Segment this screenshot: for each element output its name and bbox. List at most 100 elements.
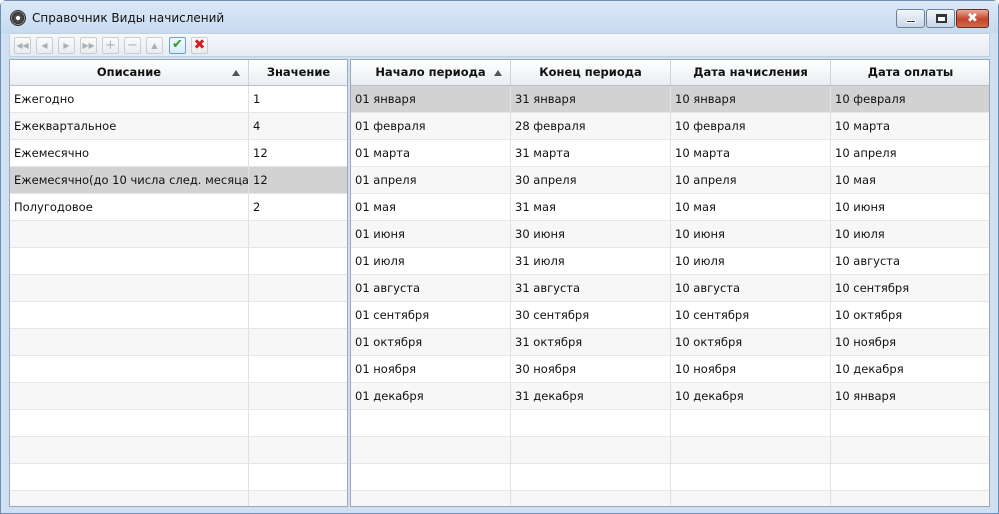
table-row[interactable] (351, 464, 989, 491)
table-cell[interactable] (351, 437, 511, 463)
table-row[interactable] (10, 329, 347, 356)
table-cell[interactable]: 01 апреля (351, 167, 511, 193)
table-cell[interactable]: 2 (249, 194, 347, 220)
table-cell[interactable] (351, 491, 511, 506)
table-cell[interactable]: Ежемесячно(до 10 числа след. месяца) (10, 167, 249, 193)
title-bar[interactable]: Справочник Виды начислений ✖ (1, 1, 998, 33)
table-cell[interactable]: 10 октября (831, 302, 989, 328)
column-header-payment-date[interactable]: Дата оплаты (831, 60, 989, 85)
table-row[interactable]: 01 февраля 28 февраля 10 февраля 10 марта (351, 113, 989, 140)
table-row[interactable]: 01 марта 31 марта 10 марта 10 апреля (351, 140, 989, 167)
table-row[interactable]: Полугодовое 2 (10, 194, 347, 221)
periods-grid[interactable]: Начало периода Конец периода Дата начисл… (350, 59, 990, 507)
table-cell[interactable]: 10 июля (671, 248, 831, 274)
table-cell[interactable] (249, 464, 347, 490)
last-record-button[interactable]: ▶▶ (80, 37, 97, 54)
table-cell[interactable]: Ежемесячно (10, 140, 249, 166)
table-cell[interactable]: 30 апреля (511, 167, 671, 193)
accrual-types-grid[interactable]: Описание Значение Ежегодно 1 Ежеквартально… (9, 59, 348, 507)
table-cell[interactable] (249, 383, 347, 409)
table-row[interactable]: 01 апреля 30 апреля 10 апреля 10 мая (351, 167, 989, 194)
table-row[interactable]: 01 декабря 31 декабря 10 декабря 10 января (351, 383, 989, 410)
next-record-button[interactable]: ▶ (58, 37, 75, 54)
table-cell[interactable]: 10 августа (671, 275, 831, 301)
table-cell[interactable]: 01 января (351, 86, 511, 112)
table-cell[interactable]: 30 ноября (511, 356, 671, 382)
table-cell[interactable]: 31 марта (511, 140, 671, 166)
table-cell[interactable]: 01 августа (351, 275, 511, 301)
maximize-button[interactable] (926, 9, 955, 28)
table-cell[interactable]: 01 февраля (351, 113, 511, 139)
table-cell[interactable] (249, 437, 347, 463)
table-cell[interactable]: 30 июня (511, 221, 671, 247)
table-cell[interactable]: Ежегодно (10, 86, 249, 112)
table-cell[interactable]: 10 апреля (831, 140, 989, 166)
table-row[interactable]: 01 октября 31 октября 10 октября 10 ноября (351, 329, 989, 356)
table-cell[interactable]: 4 (249, 113, 347, 139)
table-cell[interactable] (511, 464, 671, 490)
table-row[interactable] (10, 383, 347, 410)
table-cell[interactable] (249, 248, 347, 274)
table-row[interactable]: 01 сентября 30 сентября 10 сентября 10 октя… (351, 302, 989, 329)
table-row[interactable] (10, 437, 347, 464)
table-row[interactable] (351, 410, 989, 437)
table-row[interactable]: 01 июня 30 июня 10 июня 10 июля (351, 221, 989, 248)
table-row[interactable]: 01 января 31 января 10 января 10 февраля (351, 86, 989, 113)
table-cell[interactable]: 10 октября (671, 329, 831, 355)
table-cell[interactable]: 10 февраля (831, 86, 989, 112)
table-cell[interactable] (10, 302, 249, 328)
table-cell[interactable] (10, 437, 249, 463)
table-cell[interactable]: 10 марта (831, 113, 989, 139)
table-cell[interactable]: 10 февраля (671, 113, 831, 139)
column-header-period-end[interactable]: Конец периода (511, 60, 671, 85)
table-cell[interactable] (249, 275, 347, 301)
table-cell[interactable] (10, 410, 249, 436)
table-cell[interactable]: 1 (249, 86, 347, 112)
table-cell[interactable] (249, 410, 347, 436)
table-row[interactable]: 01 августа 31 августа 10 августа 10 сентябр… (351, 275, 989, 302)
table-cell[interactable]: Полугодовое (10, 194, 249, 220)
column-header-accrual-date[interactable]: Дата начисления (671, 60, 831, 85)
column-header-period-start[interactable]: Начало периода (351, 60, 511, 85)
table-row[interactable]: Ежегодно 1 (10, 86, 347, 113)
table-cell[interactable] (511, 437, 671, 463)
table-row[interactable]: Ежемесячно 12 (10, 140, 347, 167)
table-cell[interactable] (831, 437, 989, 463)
table-cell[interactable] (671, 464, 831, 490)
table-cell[interactable] (10, 491, 249, 506)
table-row[interactable] (10, 410, 347, 437)
table-cell[interactable]: 12 (249, 140, 347, 166)
table-row[interactable] (351, 491, 989, 506)
table-cell[interactable]: 01 июня (351, 221, 511, 247)
first-record-button[interactable]: ◀◀ (14, 37, 31, 54)
table-cell[interactable]: 31 июля (511, 248, 671, 274)
table-cell[interactable]: 10 июля (831, 221, 989, 247)
table-cell[interactable] (511, 491, 671, 506)
table-row[interactable] (10, 221, 347, 248)
column-header-value[interactable]: Значение (249, 60, 347, 85)
table-cell[interactable]: 01 ноября (351, 356, 511, 382)
table-cell[interactable]: 31 мая (511, 194, 671, 220)
table-row[interactable] (10, 248, 347, 275)
table-cell[interactable]: 01 декабря (351, 383, 511, 409)
table-cell[interactable]: 10 мая (671, 194, 831, 220)
table-cell[interactable] (831, 464, 989, 490)
table-cell[interactable] (10, 383, 249, 409)
table-cell[interactable] (10, 464, 249, 490)
table-cell[interactable]: 30 сентября (511, 302, 671, 328)
table-cell[interactable]: 31 августа (511, 275, 671, 301)
table-cell[interactable]: 31 января (511, 86, 671, 112)
table-cell[interactable] (10, 248, 249, 274)
table-cell[interactable]: 01 мая (351, 194, 511, 220)
table-row[interactable]: Ежемесячно(до 10 числа след. месяца) 12 (10, 167, 347, 194)
table-cell[interactable]: 10 августа (831, 248, 989, 274)
table-cell[interactable] (671, 437, 831, 463)
table-row[interactable] (10, 491, 347, 506)
table-cell[interactable]: 10 июня (831, 194, 989, 220)
table-cell[interactable] (10, 356, 249, 382)
table-cell[interactable] (351, 410, 511, 436)
table-cell[interactable] (511, 410, 671, 436)
table-cell[interactable]: 01 июля (351, 248, 511, 274)
table-cell[interactable] (10, 329, 249, 355)
table-cell[interactable]: 10 сентября (671, 302, 831, 328)
